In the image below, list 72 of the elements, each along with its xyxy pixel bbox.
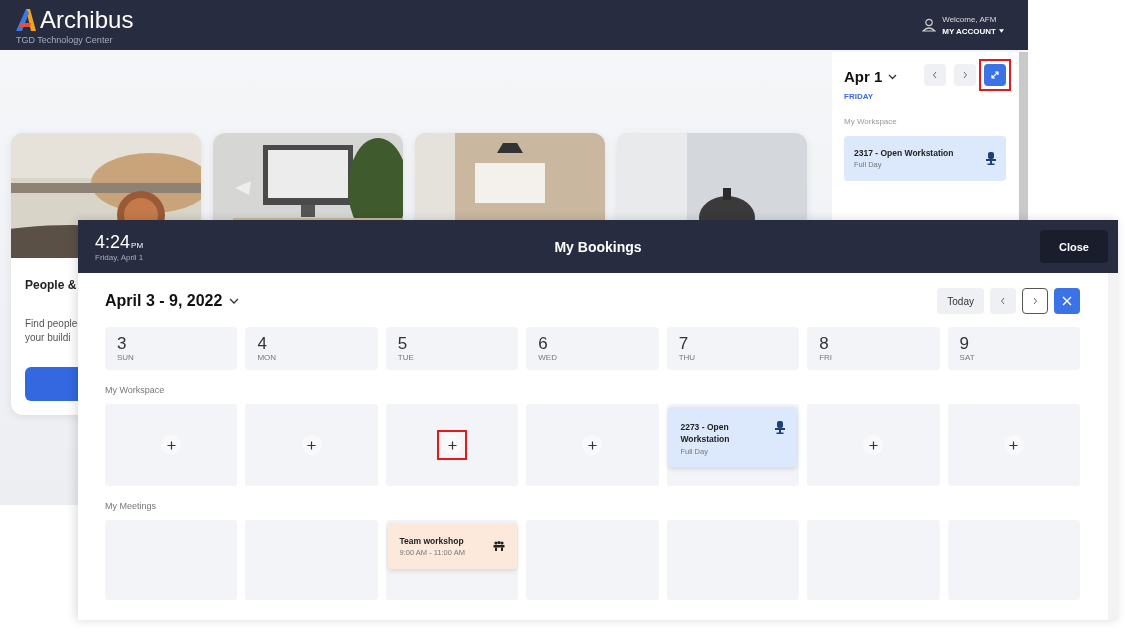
- close-button[interactable]: [1054, 288, 1080, 314]
- logo-icon: [16, 8, 36, 31]
- card-description: Find people: [25, 317, 78, 331]
- chevron-left-icon[interactable]: [1000, 297, 1006, 305]
- chevron-right-icon[interactable]: [962, 71, 968, 79]
- day-number: 6: [538, 334, 549, 353]
- day-header[interactable]: 7 THU: [666, 327, 800, 370]
- day-header[interactable]: 4 MON: [245, 327, 378, 370]
- caret-icon[interactable]: [999, 29, 1004, 33]
- section-label: My Meetings: [105, 501, 158, 511]
- chevron-down-icon[interactable]: [229, 298, 240, 304]
- day-number: 8: [819, 334, 830, 353]
- day-name: SAT: [959, 353, 976, 362]
- card-description: your buildi: [25, 331, 71, 345]
- plus-icon[interactable]: [447, 440, 457, 450]
- booking-title: 2317 - Open Workstation: [854, 148, 954, 158]
- add-button[interactable]: [301, 435, 322, 455]
- chair-icon: [775, 421, 786, 434]
- clock-meridiem: PM: [131, 240, 144, 250]
- plus-icon[interactable]: [588, 440, 597, 450]
- chair-icon: [986, 152, 996, 165]
- day-header[interactable]: 6 WED: [526, 327, 659, 370]
- day-number: 7: [678, 334, 690, 353]
- clock-time: 4:24: [95, 231, 131, 253]
- day-name: MON: [257, 353, 278, 362]
- section-label: My Workspace: [844, 117, 898, 126]
- day-name: WED: [538, 353, 558, 362]
- day-name: TUE: [397, 353, 415, 362]
- chevron-left-icon[interactable]: [932, 71, 938, 79]
- today-button[interactable]: Today: [937, 288, 984, 314]
- plus-icon[interactable]: [307, 440, 317, 450]
- add-button[interactable]: [582, 435, 603, 455]
- welcome-text: Welcome, AFM: [942, 14, 998, 24]
- day-header[interactable]: 3 SUN: [105, 327, 238, 370]
- day-number: 3: [117, 334, 128, 353]
- dialog-title: My Bookings: [554, 238, 642, 255]
- close-button[interactable]: Close: [1040, 230, 1108, 263]
- day-header[interactable]: 9 SAT: [947, 327, 1080, 370]
- my-account-link[interactable]: MY ACCOUNT: [942, 26, 996, 36]
- booking-title: 2273 - Open Workstation: [680, 421, 731, 445]
- day-number: 9: [959, 334, 971, 353]
- day-header[interactable]: 8 FRI: [807, 327, 940, 370]
- day-number: 5: [397, 334, 409, 353]
- weekday-label: FRIDAY: [844, 92, 874, 101]
- meeting-table-icon: [492, 541, 505, 551]
- section-label: My Workspace: [105, 385, 166, 395]
- close-icon[interactable]: [1062, 296, 1072, 306]
- add-button[interactable]: [863, 435, 884, 455]
- site-name: TGD Technology Center: [16, 34, 114, 45]
- week-range-picker[interactable]: April 3 - 9, 2022: [105, 292, 223, 310]
- user-icon[interactable]: [922, 18, 937, 32]
- day-name: SUN: [117, 353, 135, 362]
- chevron-down-icon[interactable]: [888, 73, 898, 80]
- day-name: THU: [678, 353, 697, 362]
- clock-date: Friday, April 1: [95, 252, 144, 262]
- plus-icon[interactable]: [868, 440, 878, 450]
- scrollbar[interactable]: [1108, 273, 1118, 620]
- plus-icon[interactable]: [1009, 440, 1019, 450]
- expand-icon[interactable]: [990, 70, 1000, 80]
- date-picker[interactable]: Apr 1: [844, 68, 883, 85]
- day-name: FRI: [819, 353, 834, 362]
- chevron-right-icon[interactable]: [1032, 297, 1038, 305]
- day-slot[interactable]: [385, 404, 519, 486]
- add-button[interactable]: [161, 435, 182, 455]
- plus-icon[interactable]: [166, 440, 176, 450]
- app-name: Archibus: [40, 5, 134, 34]
- day-number: 4: [257, 334, 268, 353]
- add-button[interactable]: [1003, 435, 1024, 455]
- card-title: People &: [25, 278, 77, 292]
- day-header[interactable]: 5 TUE: [385, 327, 519, 370]
- booking-title: Team workshop: [399, 535, 465, 546]
- next-button[interactable]: [1022, 288, 1048, 314]
